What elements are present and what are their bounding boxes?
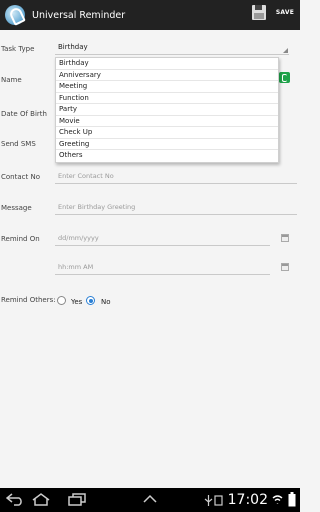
calendar-icon[interactable] (281, 234, 289, 242)
battery-icon (288, 492, 296, 507)
contact-no-label: Contact No (1, 173, 40, 181)
status-clock: 17:02 (227, 492, 268, 508)
action-bar: Universal Reminder SAVE (0, 0, 300, 30)
system-nav-bar: 17:02 (0, 488, 300, 512)
home-icon[interactable] (32, 493, 50, 506)
message-placeholder: Enter Birthday Greeting (58, 203, 136, 211)
contact-no-input[interactable]: Enter Contact No (55, 170, 297, 184)
task-type-spinner[interactable]: Birthday (55, 41, 289, 55)
remind-date-input[interactable]: dd/mm/yyyy (55, 232, 270, 246)
dropdown-item-greeting[interactable]: Greeting (56, 139, 278, 150)
menu-up-icon[interactable] (142, 493, 158, 506)
phone-icon[interactable] (279, 72, 290, 83)
remind-others-yes-radio[interactable] (57, 296, 66, 305)
dropdown-item-others[interactable]: Others (56, 150, 278, 162)
task-type-label: Task Type (1, 45, 35, 53)
remind-date-placeholder: dd/mm/yyyy (58, 234, 99, 242)
save-button[interactable]: SAVE (251, 4, 294, 21)
task-type-dropdown: Birthday Anniversary Meeting Function Pa… (55, 57, 279, 163)
save-disk-icon (251, 5, 266, 20)
remind-others-yes-label: Yes (71, 298, 83, 306)
remind-others-no-radio[interactable] (86, 296, 95, 305)
recent-apps-icon[interactable] (68, 493, 86, 506)
message-label: Message (1, 204, 32, 212)
dropdown-item-meeting[interactable]: Meeting (56, 81, 278, 93)
back-icon[interactable] (6, 493, 24, 506)
dropdown-item-movie[interactable]: Movie (56, 116, 278, 127)
name-label: Name (1, 76, 22, 84)
dropdown-item-check-up[interactable]: Check Up (56, 127, 278, 139)
wifi-icon (272, 495, 283, 504)
dropdown-item-birthday[interactable]: Birthday (56, 58, 278, 70)
usb-icon (204, 495, 213, 506)
dob-label: Date Of Birth (1, 110, 47, 118)
clock-icon[interactable] (281, 263, 289, 271)
usb-debug-icon (214, 495, 223, 506)
app-title: Universal Reminder (32, 9, 126, 21)
contact-no-placeholder: Enter Contact No (58, 172, 114, 180)
spinner-arrow-icon (283, 48, 288, 53)
remind-others-label: Remind Others: (1, 296, 56, 304)
remind-time-input[interactable]: hh:mm AM (55, 261, 270, 275)
dropdown-item-anniversary[interactable]: Anniversary (56, 70, 278, 81)
remind-on-label: Remind On (1, 235, 40, 243)
dropdown-item-party[interactable]: Party (56, 104, 278, 116)
save-label: SAVE (275, 9, 294, 16)
dropdown-item-function[interactable]: Function (56, 93, 278, 104)
app-logo-icon[interactable] (5, 5, 25, 25)
remind-others-no-label: No (101, 298, 111, 306)
remind-time-placeholder: hh:mm AM (58, 263, 94, 271)
message-input[interactable]: Enter Birthday Greeting (55, 201, 297, 215)
task-type-value: Birthday (58, 43, 88, 51)
send-sms-label: Send SMS (1, 140, 36, 148)
